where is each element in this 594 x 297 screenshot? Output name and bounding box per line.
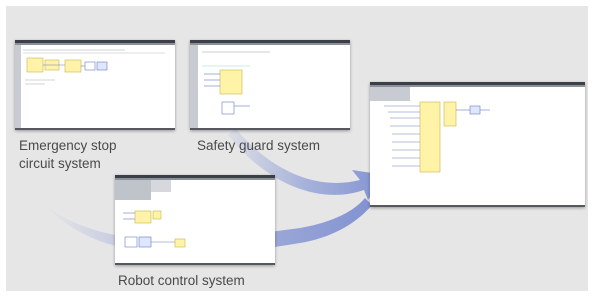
robot-control-screenshot xyxy=(115,175,275,265)
illustration-stage: Emergency stop circuit system Safety gua… xyxy=(0,0,594,297)
emergency-stop-caption: Emergency stop circuit system xyxy=(19,137,117,173)
emergency-stop-screenshot xyxy=(15,40,175,130)
combined-program-screenshot xyxy=(370,82,585,207)
emergency-caption-line2: circuit system xyxy=(19,156,101,171)
safety-guard-screenshot xyxy=(190,40,350,130)
emergency-caption-line1: Emergency stop xyxy=(19,138,117,153)
robot-control-caption: Robot control system xyxy=(118,273,245,288)
safety-guard-caption: Safety guard system xyxy=(197,138,321,153)
